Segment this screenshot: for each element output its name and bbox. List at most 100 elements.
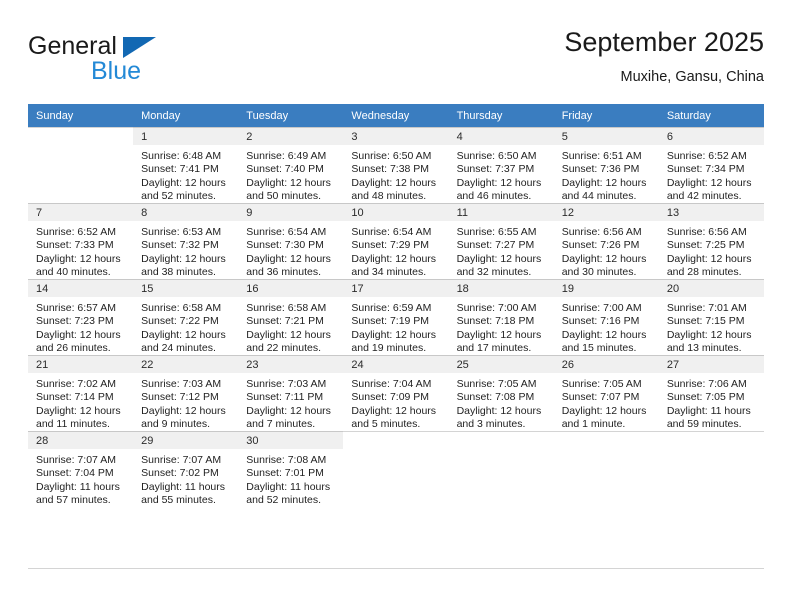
day-number: 4	[448, 128, 554, 145]
sunrise-text: Sunrise: 6:50 AM	[456, 150, 537, 162]
sunset-text: Sunset: 7:29 PM	[351, 239, 430, 252]
calendar-empty-cell	[343, 431, 449, 507]
day-cell-inner: 16 Sunrise: 6:58 AM Sunset: 7:21 PM Dayligh…	[238, 279, 344, 356]
day-cell-inner: 1 Sunrise: 6:48 AM Sunset: 7:41 PM Daylight…	[133, 127, 239, 203]
calendar-day-cell[interactable]: 8 Sunrise: 6:53 AM Sunset: 7:32 PM Daylight…	[133, 203, 239, 279]
daylight-text: Daylight: 11 hours	[246, 480, 331, 493]
calendar-day-cell[interactable]: 11 Sunrise: 6:55 AM Sunset: 7:27 PM Dayligh…	[448, 203, 554, 279]
calendar-day-cell[interactable]: 5 Sunrise: 6:51 AM Sunset: 7:36 PM Daylight…	[553, 127, 659, 203]
day-number: 8	[133, 204, 239, 221]
day-number: 27	[658, 356, 764, 373]
calendar-bottom-rule	[28, 568, 764, 569]
daylight-text: Daylight: 12 hours	[141, 252, 226, 265]
sunrise-text: Sunrise: 6:56 AM	[561, 226, 642, 238]
day-cell-inner	[448, 431, 554, 507]
calendar-day-cell[interactable]: 29 Sunrise: 7:07 AM Sunset: 7:02 PM Dayligh…	[133, 431, 239, 508]
day-number: 29	[133, 432, 239, 449]
sunrise-text: Sunrise: 6:48 AM	[141, 150, 222, 162]
sunset-text: Sunset: 7:09 PM	[351, 391, 430, 404]
day-details: Sunrise: 7:05 AM Sunset: 7:07 PM Daylight:…	[554, 373, 659, 432]
day-cell-inner: 14 Sunrise: 6:57 AM Sunset: 7:23 PM Dayligh…	[28, 279, 134, 355]
daylight-text: Daylight: 12 hours	[246, 252, 331, 265]
calendar-body: 1 Sunrise: 6:48 AM Sunset: 7:41 PM Daylight…	[28, 127, 764, 507]
calendar-day-cell[interactable]: 20 Sunrise: 7:01 AM Sunset: 7:15 PM Dayligh…	[658, 279, 764, 355]
calendar-day-cell[interactable]: 1 Sunrise: 6:48 AM Sunset: 7:41 PM Daylight…	[133, 127, 239, 203]
calendar-day-cell[interactable]: 4 Sunrise: 6:50 AM Sunset: 7:37 PM Daylight…	[448, 127, 554, 203]
sunset-text: Sunset: 7:16 PM	[561, 315, 640, 328]
day-details: Sunrise: 7:07 AM Sunset: 7:02 PM Daylight:…	[133, 449, 238, 508]
sunrise-text: Sunrise: 6:52 AM	[666, 150, 747, 162]
day-number: 3	[343, 128, 449, 145]
daylight-text: Daylight: 12 hours	[561, 252, 647, 265]
calendar-day-cell[interactable]: 12 Sunrise: 6:56 AM Sunset: 7:26 PM Dayligh…	[553, 203, 659, 280]
sunset-text: Sunset: 7:02 PM	[141, 467, 219, 480]
day-number: 15	[133, 280, 239, 297]
day-details: Sunrise: 7:08 AM Sunset: 7:01 PM Daylight:…	[238, 449, 343, 508]
day-details: Sunrise: 6:50 AM Sunset: 7:38 PM Daylight:…	[343, 145, 448, 204]
calendar-day-cell[interactable]: 6 Sunrise: 6:52 AM Sunset: 7:34 PM Daylight…	[658, 127, 764, 203]
day-number	[659, 432, 764, 449]
weekday-header-friday: Friday	[553, 104, 659, 127]
day-number: 26	[553, 356, 659, 373]
daylight-text: Daylight: 12 hours	[351, 328, 437, 341]
day-cell-inner: 2 Sunrise: 6:49 AM Sunset: 7:40 PM Daylight…	[238, 127, 344, 203]
calendar-day-cell[interactable]: 17 Sunrise: 6:59 AM Sunset: 7:19 PM Dayligh…	[343, 279, 449, 355]
calendar-day-cell[interactable]: 14 Sunrise: 6:57 AM Sunset: 7:23 PM Dayligh…	[28, 279, 134, 355]
sunrise-text: Sunrise: 6:54 AM	[246, 226, 327, 238]
calendar-day-cell[interactable]: 25 Sunrise: 7:05 AM Sunset: 7:08 PM Dayligh…	[448, 355, 554, 431]
day-details: Sunrise: 6:56 AM Sunset: 7:26 PM Daylight:…	[554, 221, 659, 280]
daylight-text: Daylight: 12 hours	[36, 328, 121, 341]
daylight-text: and 11 minutes.	[36, 418, 110, 431]
sunrise-text: Sunrise: 7:06 AM	[666, 378, 747, 390]
day-details: Sunrise: 7:00 AM Sunset: 7:18 PM Daylight:…	[449, 297, 554, 356]
title-block: September 2025 Muxihe, Gansu, China	[564, 26, 764, 87]
day-number	[554, 432, 659, 449]
calendar-day-cell[interactable]: 2 Sunrise: 6:49 AM Sunset: 7:40 PM Daylight…	[238, 127, 344, 203]
calendar-day-cell[interactable]: 19 Sunrise: 7:00 AM Sunset: 7:16 PM Dayligh…	[553, 279, 659, 355]
calendar-day-cell[interactable]: 22 Sunrise: 7:03 AM Sunset: 7:12 PM Dayligh…	[133, 355, 239, 431]
daylight-text: and 17 minutes.	[456, 342, 532, 355]
day-details: Sunrise: 6:54 AM Sunset: 7:29 PM Daylight:…	[343, 221, 448, 280]
day-number: 16	[238, 280, 344, 297]
sunset-text: Sunset: 7:04 PM	[36, 467, 114, 480]
calendar-day-cell[interactable]: 10 Sunrise: 6:54 AM Sunset: 7:29 PM Dayligh…	[343, 203, 449, 280]
weekday-header-sunday: Sunday	[28, 104, 134, 127]
sunrise-text: Sunrise: 6:57 AM	[36, 302, 116, 314]
calendar-day-cell[interactable]: 7 Sunrise: 6:52 AM Sunset: 7:33 PM Daylight…	[28, 203, 134, 280]
daylight-text: and 42 minutes.	[666, 190, 742, 203]
calendar-day-cell[interactable]: 3 Sunrise: 6:50 AM Sunset: 7:38 PM Daylight…	[343, 127, 449, 204]
calendar-day-cell[interactable]: 26 Sunrise: 7:05 AM Sunset: 7:07 PM Dayligh…	[553, 355, 659, 432]
day-number: 23	[238, 356, 344, 373]
daylight-text: Daylight: 12 hours	[246, 176, 331, 189]
calendar-day-cell[interactable]: 18 Sunrise: 7:00 AM Sunset: 7:18 PM Dayligh…	[448, 279, 554, 356]
calendar-page: General Blue September 2025 Muxihe, Gans…	[0, 0, 792, 612]
sunrise-text: Sunrise: 7:05 AM	[456, 378, 537, 390]
daylight-text: Daylight: 12 hours	[456, 328, 542, 341]
sunrise-text: Sunrise: 7:04 AM	[351, 378, 432, 390]
calendar-day-cell[interactable]: 15 Sunrise: 6:58 AM Sunset: 7:22 PM Dayligh…	[133, 279, 239, 355]
sunrise-text: Sunrise: 6:53 AM	[141, 226, 222, 238]
day-details: Sunrise: 6:58 AM Sunset: 7:21 PM Daylight:…	[238, 297, 343, 356]
daylight-text: and 44 minutes.	[561, 190, 637, 203]
day-cell-inner: 5 Sunrise: 6:51 AM Sunset: 7:36 PM Daylight…	[553, 127, 659, 203]
daylight-text: Daylight: 12 hours	[141, 404, 226, 417]
daylight-text: and 46 minutes.	[456, 190, 532, 203]
weekday-header-thursday: Thursday	[448, 104, 554, 127]
weekday-header-saturday: Saturday	[658, 104, 764, 127]
calendar-day-cell[interactable]: 9 Sunrise: 6:54 AM Sunset: 7:30 PM Daylight…	[238, 203, 344, 279]
sunset-text: Sunset: 7:05 PM	[666, 391, 745, 404]
calendar-day-cell[interactable]: 24 Sunrise: 7:04 AM Sunset: 7:09 PM Dayligh…	[343, 355, 449, 431]
calendar-day-cell[interactable]: 23 Sunrise: 7:03 AM Sunset: 7:11 PM Dayligh…	[238, 355, 344, 431]
sunset-text: Sunset: 7:14 PM	[36, 391, 114, 404]
calendar-day-cell[interactable]: 13 Sunrise: 6:56 AM Sunset: 7:25 PM Dayligh…	[658, 203, 764, 279]
calendar-day-cell[interactable]: 27 Sunrise: 7:06 AM Sunset: 7:05 PM Dayligh…	[658, 355, 764, 431]
calendar-day-cell[interactable]: 30 Sunrise: 7:08 AM Sunset: 7:01 PM Dayligh…	[238, 431, 344, 508]
day-number: 7	[28, 204, 134, 221]
daylight-text: and 52 minutes.	[141, 190, 216, 203]
daylight-text: Daylight: 12 hours	[666, 328, 752, 341]
calendar-day-cell[interactable]: 28 Sunrise: 7:07 AM Sunset: 7:04 PM Dayligh…	[28, 431, 134, 507]
general-blue-logo[interactable]: General Blue	[28, 32, 258, 94]
calendar-day-cell[interactable]: 21 Sunrise: 7:02 AM Sunset: 7:14 PM Dayligh…	[28, 355, 134, 431]
calendar-day-cell[interactable]: 16 Sunrise: 6:58 AM Sunset: 7:21 PM Dayligh…	[238, 279, 344, 356]
day-details: Sunrise: 6:52 AM Sunset: 7:33 PM Daylight:…	[28, 221, 133, 280]
